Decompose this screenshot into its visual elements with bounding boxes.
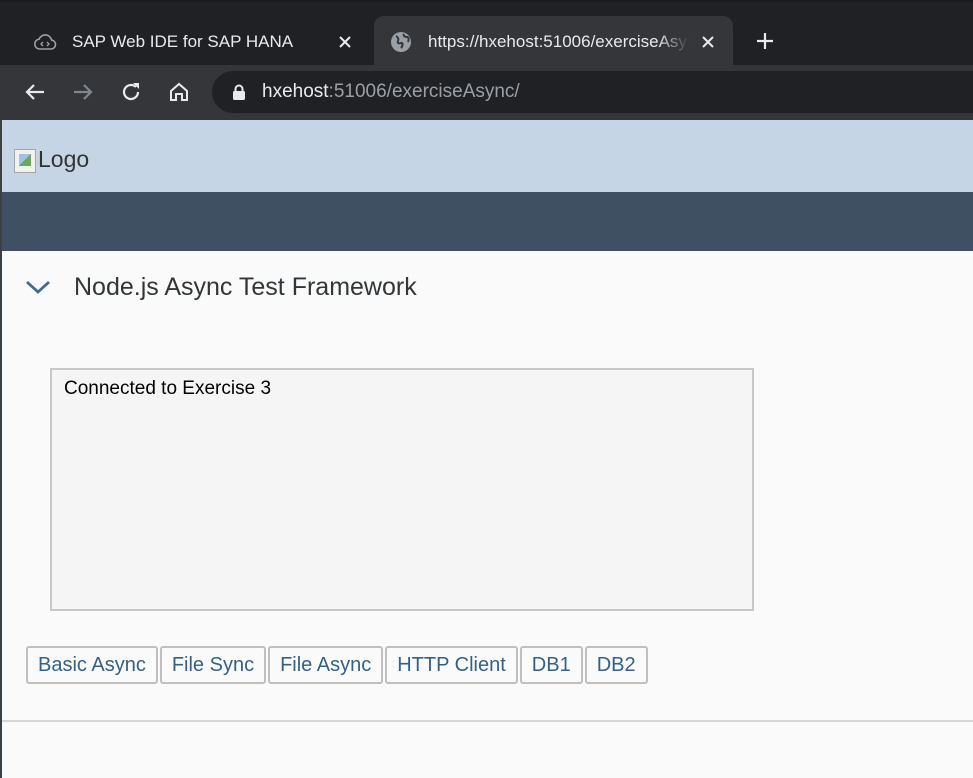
lock-icon[interactable] <box>232 83 248 101</box>
panel-header[interactable]: Node.js Async Test Framework <box>2 251 973 323</box>
home-icon[interactable] <box>164 77 194 107</box>
browser-tabstrip: SAP Web IDE for SAP HANA https://hxehost… <box>0 0 973 67</box>
close-tab-icon[interactable] <box>334 31 356 53</box>
cloud-icon <box>32 29 58 55</box>
tab-title: SAP Web IDE for SAP HANA <box>72 31 294 51</box>
output-text: Connected to Exercise 3 <box>64 378 272 399</box>
output-textarea[interactable]: Connected to Exercise 3 <box>50 368 754 611</box>
page-header: Logo <box>2 120 973 192</box>
browser-toolbar: hxehost:51006/exerciseAsync/ <box>0 65 973 120</box>
logo-alt-text: Logo <box>38 146 90 172</box>
back-arrow-icon[interactable] <box>20 77 50 107</box>
basic-async-button[interactable]: Basic Async <box>26 646 158 684</box>
address-bar[interactable]: hxehost:51006/exerciseAsync/ <box>212 71 973 113</box>
forward-arrow-icon[interactable] <box>68 77 98 107</box>
db2-button[interactable]: DB2 <box>584 646 648 684</box>
new-tab-plus-icon[interactable] <box>752 28 778 54</box>
shell-bar <box>2 192 973 251</box>
action-buttons: Basic Async File Sync File Async HTTP Cl… <box>26 646 650 684</box>
url-path: :51006/exerciseAsync/ <box>328 81 520 102</box>
reload-icon[interactable] <box>116 77 146 107</box>
close-tab-icon[interactable] <box>697 31 719 53</box>
address-url: hxehost:51006/exerciseAsync/ <box>262 81 520 103</box>
browser-tab-sap-web-ide[interactable]: SAP Web IDE for SAP HANA <box>18 16 370 67</box>
chevron-down-icon[interactable] <box>24 273 52 301</box>
panel-title: Node.js Async Test Framework <box>74 272 417 301</box>
divider <box>2 720 973 722</box>
logo: Logo <box>14 132 89 173</box>
tab-title: https://hxehost:51006/exerciseAsync/ <box>428 31 689 51</box>
browser-tab-exercise-async[interactable]: https://hxehost:51006/exerciseAsync/ <box>374 16 733 67</box>
db1-button[interactable]: DB1 <box>519 646 583 684</box>
globe-icon <box>388 29 414 55</box>
file-sync-button[interactable]: File Sync <box>159 646 267 684</box>
url-host: hxehost <box>262 81 329 102</box>
broken-image-icon <box>14 149 36 173</box>
file-async-button[interactable]: File Async <box>268 646 384 684</box>
http-client-button[interactable]: HTTP Client <box>385 646 518 684</box>
